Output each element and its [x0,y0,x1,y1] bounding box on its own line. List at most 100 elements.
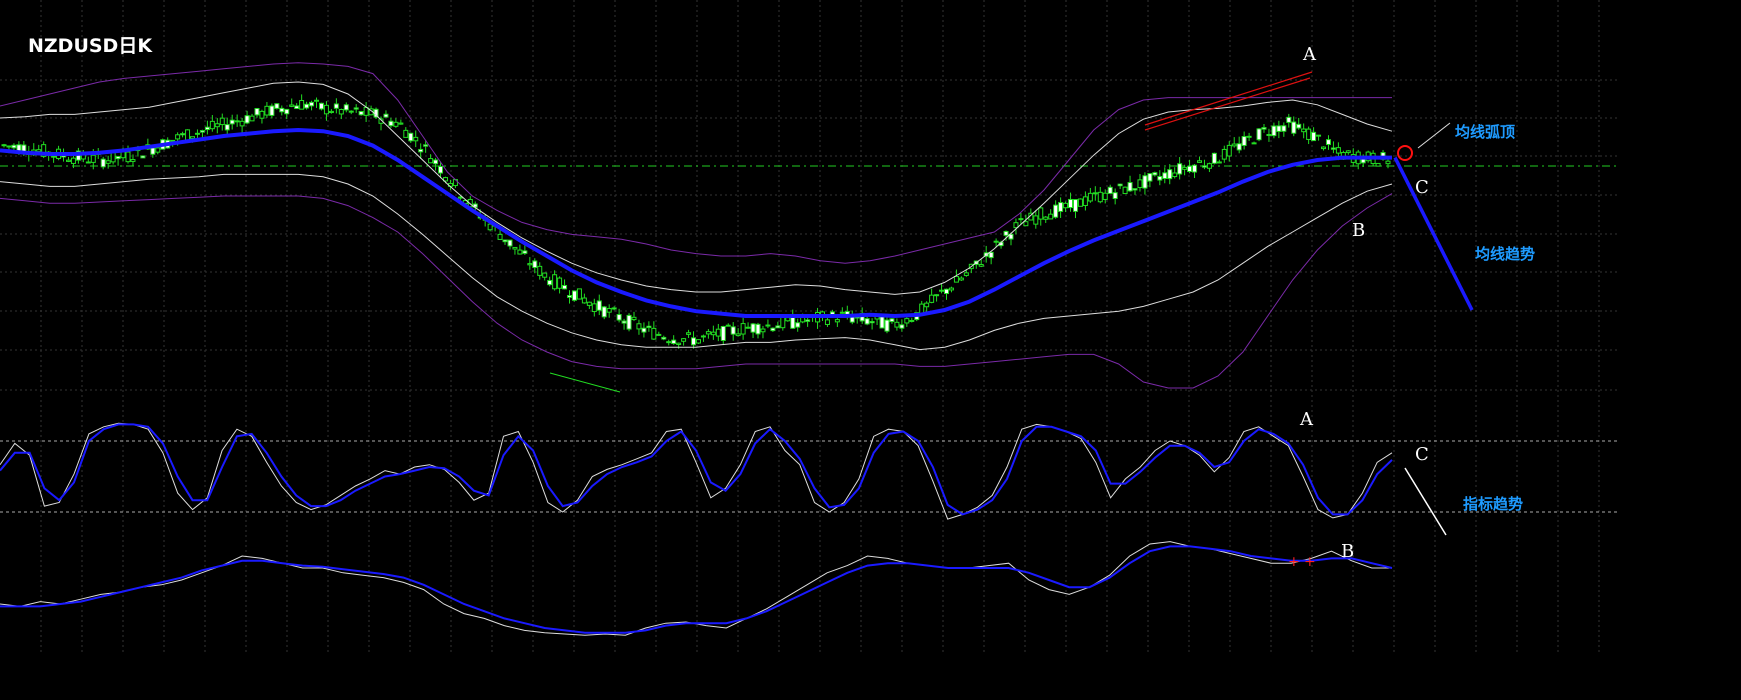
candle-body [289,104,295,107]
candle-body [1281,125,1287,132]
candle-body [1241,136,1247,146]
pointer-line [1417,122,1451,149]
label-b-osc2: B [1341,541,1354,562]
candle-body [194,132,200,135]
label-ma-trend: 均线趋势 [1475,245,1535,263]
label-b-price: B [1352,220,1365,241]
candle-body [175,134,181,140]
chart-title: NZDUSD日K [28,35,153,57]
candle-body [621,320,627,324]
candle-body [1330,147,1336,150]
candle-body [180,133,186,136]
inner-band-lower [0,173,1393,351]
candle-body [1018,218,1024,221]
candle-body [1063,202,1069,209]
candle-body [934,294,940,297]
candle-body [591,303,597,313]
candle-body [328,110,334,114]
candle-body [1087,192,1093,202]
candle-body [264,105,270,116]
label-a-price: A [1302,44,1317,65]
candle-body [547,279,553,286]
candle-body [1276,125,1282,132]
candle-body [155,147,161,153]
candle-body [244,115,250,124]
candle-body [1261,127,1267,130]
candle-body [438,166,444,174]
candle-body [567,295,573,298]
oscillator-2-slow-line [0,545,1393,634]
candle-body [219,117,225,126]
candle-body [502,239,508,243]
candle-body [358,110,364,116]
chart-grid [0,0,1620,655]
candle-body [1216,161,1222,164]
candle-body [1058,202,1064,212]
candle-body [1206,163,1212,169]
candle-body [740,323,746,335]
candle-body [1187,165,1193,173]
candle-body [249,115,255,122]
candle-body [557,277,563,289]
candle-body [700,335,706,338]
candle-body [130,159,136,162]
candle-body [1072,199,1078,212]
candle-body [770,327,776,332]
candle-body [686,332,692,335]
candle-body [869,321,875,324]
candle-body [269,105,275,116]
candle-body [963,272,969,276]
indicator-projection-line [1404,467,1447,536]
label-ma-arc-top: 均线弧顶 [1455,123,1515,141]
candle-body [537,265,543,276]
candle-body [224,124,230,131]
candle-body [924,302,930,308]
moving-average-line [0,127,1392,319]
candle-body [666,341,672,344]
candle-body [1296,123,1302,129]
candle-body [190,136,196,139]
candle-body [785,317,791,322]
candle-body [681,338,687,342]
green-support-line [549,372,621,393]
candle-body [333,103,339,109]
candle-body [259,110,265,119]
candle-body [750,323,756,333]
candle-body [646,325,652,329]
candle-body [1271,125,1277,137]
candle-body [1345,150,1351,154]
candle-body [1048,213,1054,220]
candle-body [1033,215,1039,225]
candle-body [36,149,42,153]
candle-body [616,314,622,321]
candle-body [1003,230,1009,236]
candle-body [676,342,682,345]
candle-body [418,148,424,153]
candle-body [864,318,870,325]
candle-body [601,306,607,318]
candle-body [909,319,915,322]
candle-body [1251,142,1257,145]
candle-body [735,333,741,337]
candle-body [1162,172,1168,179]
candle-body [1038,207,1044,220]
candle-body [1043,216,1049,220]
candle-body [651,327,657,340]
candle-body [338,109,344,115]
candle-body [765,324,771,327]
candle-body [656,333,662,336]
candle-body [695,339,701,344]
candle-body [1385,160,1391,165]
candle-body [710,331,716,336]
oscillator-panel-1 [0,422,1620,536]
candle-body [953,275,959,283]
candle-body [254,107,260,116]
candle-body [150,147,156,155]
candle-body [581,297,587,304]
candle-body [512,246,518,250]
oscillator-panel-2 [0,541,1393,636]
candle-body [487,223,493,231]
candle-body [611,307,617,310]
candle-body [606,308,612,313]
candle-body [1196,160,1202,163]
